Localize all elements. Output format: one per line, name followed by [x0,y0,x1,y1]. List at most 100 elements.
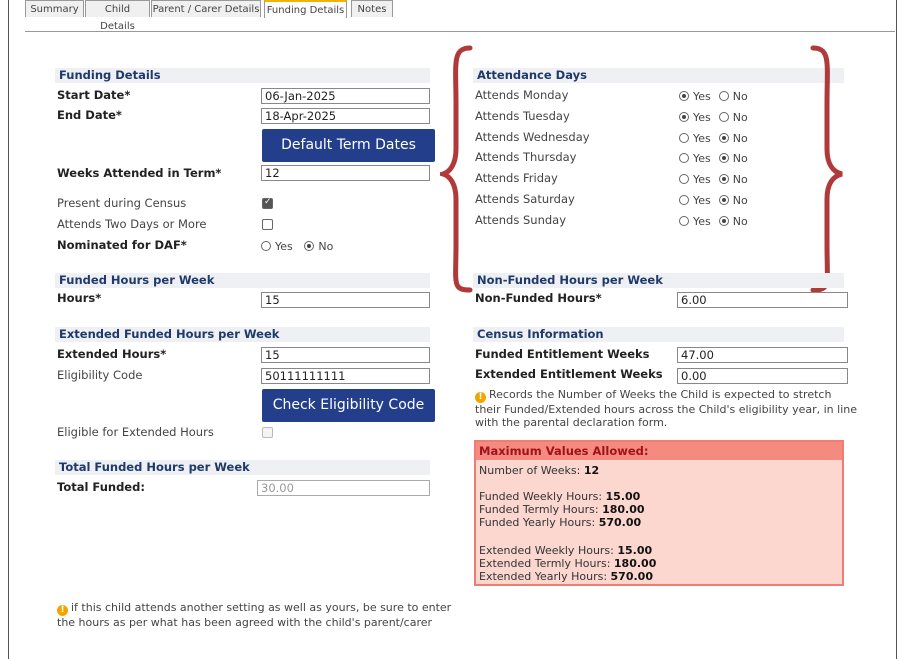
start-date-label: Start Date* [57,88,131,102]
attendance-no-label: No [732,131,748,145]
tab-divider [25,31,895,32]
default-term-dates-button[interactable]: Default Term Dates [262,129,435,162]
total-funded-header: Total Funded Hours per Week [55,460,430,475]
attendance-yes-label: Yes [693,214,711,228]
daf-label: Nominated for DAF* [57,238,187,252]
attendance-day-label: Attends Saturday [475,192,575,206]
left-brace-annotation [440,45,473,293]
eligibility-code-input[interactable]: 50111111111 [261,368,430,384]
two-days-checkbox[interactable] [262,219,273,230]
attendance-yes-label: Yes [693,110,711,124]
eligibility-code-label: Eligibility Code [57,368,143,382]
attendance-day-label: Attends Wednesday [475,129,590,144]
present-census-label: Present during Census [57,196,187,210]
attendance-yes-radio[interactable] [679,195,689,205]
daf-yes-label: Yes [275,240,293,253]
attendance-no-radio[interactable] [718,215,729,226]
tab-summary[interactable]: Summary [25,0,84,17]
weeks-attended-label: Weeks Attended in Term* [57,166,222,180]
attendance-yes-radio[interactable] [679,215,689,226]
attendance-yes-label: Yes [693,152,711,166]
hours-input[interactable]: 15 [261,292,430,308]
funding-details-header: Funding Details [55,68,430,83]
eligible-extended-checkbox [262,427,273,438]
max-extended-termly: Extended Termly Hours: 180.00 [479,557,657,570]
daf-no-label: No [318,240,334,253]
attendance-day-radio-group: Yes No [679,110,756,124]
attendance-no-radio[interactable] [718,111,729,122]
extended-hours-header: Extended Funded Hours per Week [55,327,430,342]
total-funded-label: Total Funded: [57,480,145,494]
daf-no-radio[interactable] [304,241,315,251]
extended-hours-input[interactable]: 15 [261,347,430,363]
extended-weeks-input[interactable]: 0.00 [677,368,848,384]
tab-funding-details[interactable]: Funding Details [264,0,347,18]
funded-weeks-input[interactable]: 47.00 [677,347,848,363]
attendance-no-radio[interactable] [718,132,729,143]
attendance-yes-label: Yes [693,131,711,145]
funded-hours-header: Funded Hours per Week [55,273,430,288]
extended-weeks-label: Extended Entitlement Weeks [475,367,663,381]
daf-yes-radio[interactable] [261,241,271,251]
max-extended-yearly: Extended Yearly Hours: 570.00 [479,570,653,583]
maximum-values-box: Maximum Values Allowed: Number of Weeks:… [474,440,844,586]
attendance-no-label: No [732,173,748,187]
non-funded-header: Non-Funded Hours per Week [473,273,844,288]
attendance-days-header: Attendance Days [473,68,844,83]
hours-label: Hours* [57,291,102,305]
attendance-no-label: No [732,110,748,124]
check-eligibility-button[interactable]: Check Eligibility Code [262,389,435,422]
attendance-yes-label: Yes [693,173,711,187]
census-info-text: Records the Number of Weeks the Child is… [475,388,858,429]
attendance-no-radio[interactable] [718,174,729,185]
maximum-values-header: Maximum Values Allowed: [476,442,842,460]
two-days-label: Attends Two Days or More [57,217,207,231]
attendance-yes-radio[interactable] [679,174,689,185]
census-header: Census Information [473,327,844,342]
info-icon: ! [57,605,68,616]
funded-weeks-label: Funded Entitlement Weeks [475,347,650,361]
attendance-day-radio-group: Yes No [679,214,756,228]
attendance-day-label: Attends Tuesday [475,108,570,123]
attendance-yes-radio[interactable] [679,153,689,164]
attendance-day-label: Attends Monday [475,88,569,102]
end-date-label: End Date* [57,108,122,122]
non-funded-input[interactable]: 6.00 [677,292,848,308]
attendance-yes-radio[interactable] [679,91,689,101]
attendance-day-label: Attends Sunday [475,212,567,227]
attendance-day-radio-group: Yes No [679,172,756,186]
tab-parent-carer-details[interactable]: Parent / Carer Details [151,0,261,17]
max-number-weeks: Number of Weeks: 12 [479,464,600,477]
max-funded-weekly: Funded Weekly Hours: 15.00 [479,490,641,503]
max-extended-weekly: Extended Weekly Hours: 15.00 [479,544,653,557]
non-funded-label: Non-Funded Hours* [475,291,602,305]
attendance-no-radio[interactable] [718,91,729,101]
tab-child-details[interactable]: Child Details [85,0,150,32]
tab-notes[interactable]: Notes [351,0,393,17]
right-brace-annotation [810,45,843,293]
attendance-day-radio-group: Yes No [679,89,756,103]
attendance-yes-radio[interactable] [679,111,689,122]
max-funded-termly: Funded Termly Hours: 180.00 [479,503,645,516]
attendance-no-label: No [732,152,748,166]
footer-note: ! if this child attends another setting a… [57,601,457,629]
attendance-yes-radio[interactable] [679,132,689,143]
attendance-day-label: Attends Friday [475,171,558,186]
attendance-no-label: No [732,90,748,103]
start-date-input[interactable]: 06-Jan-2025 [261,88,430,104]
attendance-day-radio-group: Yes No [679,131,756,145]
max-funded-yearly: Funded Yearly Hours: 570.00 [479,516,642,529]
end-date-input[interactable]: 18-Apr-2025 [261,108,430,124]
daf-radio-group: Yes No [261,239,341,253]
weeks-attended-input[interactable]: 12 [261,165,430,181]
attendance-no-radio[interactable] [718,153,729,164]
eligible-extended-label: Eligible for Extended Hours [57,425,214,439]
attendance-no-radio[interactable] [718,195,729,205]
footer-note-text: if this child attends another setting as… [57,601,452,629]
attendance-yes-label: Yes [693,194,711,207]
attendance-day-radio-group: Yes No [679,151,756,165]
extended-hours-label: Extended Hours* [57,347,167,361]
present-census-checkbox[interactable] [262,197,273,209]
attendance-day-radio-group: Yes No [679,193,756,207]
info-icon: ! [475,392,486,403]
